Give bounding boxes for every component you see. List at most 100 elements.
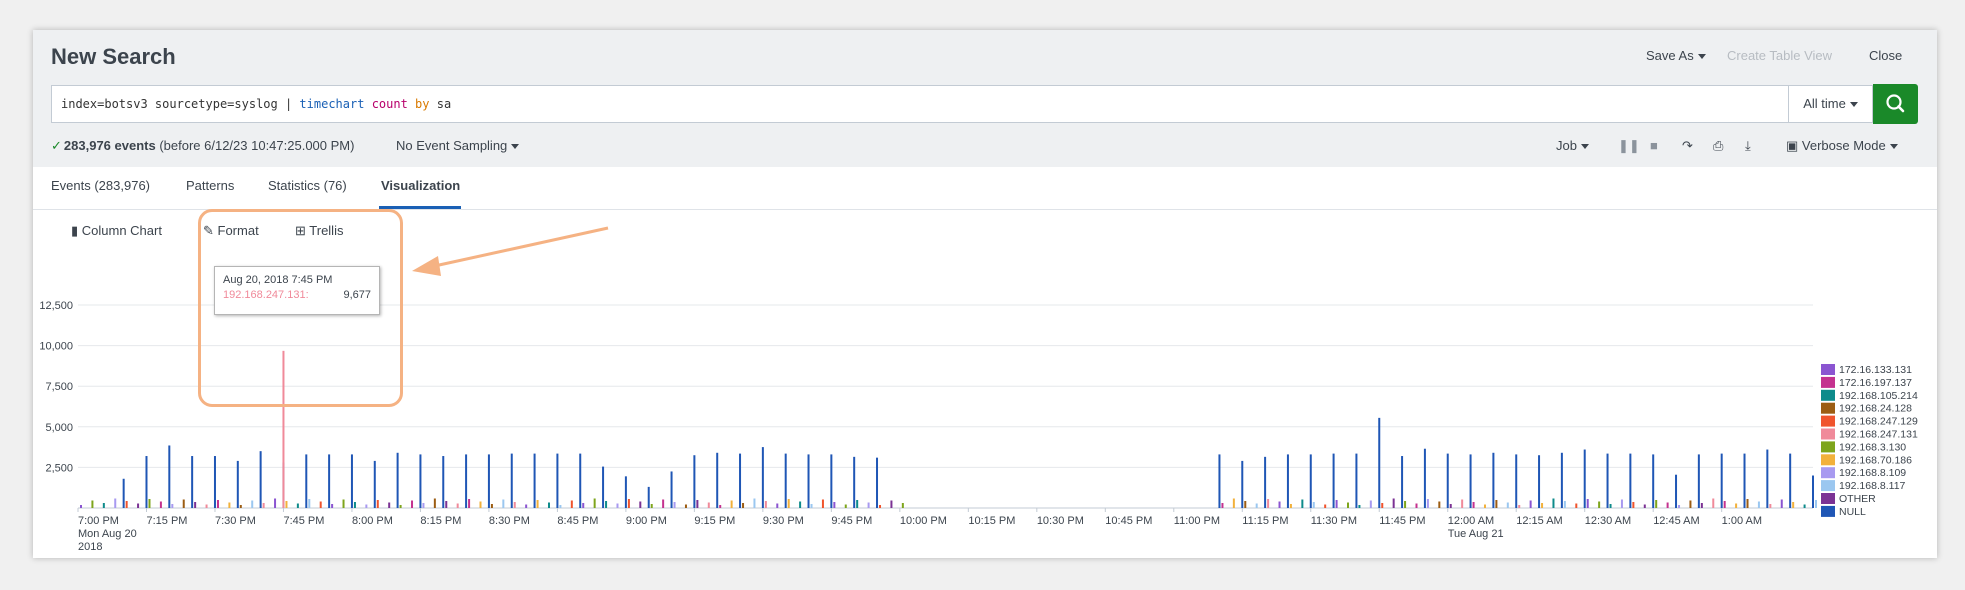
share-icon[interactable]: ↷	[1682, 138, 1693, 154]
job-label: Job	[1556, 138, 1577, 153]
chart-type-button[interactable]: ▮ Column Chart	[71, 223, 162, 239]
save-as-button[interactable]: Save As	[1646, 48, 1706, 63]
bar-null	[807, 454, 810, 508]
bar-minor	[753, 498, 756, 508]
bar-minor	[205, 504, 208, 508]
tab-visualization[interactable]: Visualization	[381, 178, 460, 193]
create-table-view-button[interactable]: Create Table View	[1727, 48, 1832, 63]
bar-minor	[1438, 501, 1441, 508]
time-range-label: All time	[1803, 96, 1846, 111]
bar-null	[1446, 453, 1449, 508]
page-title: New Search	[51, 44, 176, 69]
bar-minor	[125, 501, 128, 508]
results-tabs: Events (283,976) Patterns Statistics (76…	[33, 167, 1937, 210]
bar-minor	[1381, 503, 1384, 508]
x-tick-label: 8:15 PM	[420, 515, 461, 527]
bar-minor	[365, 504, 368, 508]
stop-icon[interactable]: ■	[1650, 138, 1658, 153]
bar-null	[1652, 454, 1655, 508]
bar-null	[396, 452, 399, 508]
bar-null	[236, 460, 239, 508]
bar-minor	[1666, 502, 1669, 508]
bar-minor	[433, 498, 436, 508]
print-icon[interactable]: ⎙	[1713, 138, 1723, 154]
bar-null	[716, 452, 719, 508]
bar-minor	[616, 503, 619, 508]
legend-label: 192.168.247.129	[1839, 416, 1918, 428]
query-token	[408, 97, 415, 111]
search-header: New Search Save As Create Table View Clo…	[33, 30, 1937, 167]
pause-icon[interactable]: ❚❚	[1618, 138, 1640, 154]
bar-minor	[901, 503, 904, 508]
bar-minor	[308, 499, 311, 508]
job-menu[interactable]: Job	[1556, 138, 1589, 153]
tab-events[interactable]: Events (283,976)	[51, 178, 150, 193]
bar-null	[647, 486, 650, 508]
bar-minor	[490, 504, 493, 508]
event-count: 283,976 events	[63, 138, 156, 153]
search-input[interactable]: index=botsv3 sourcetype=syslog | timecha…	[51, 85, 1848, 123]
bar-minor	[833, 502, 836, 508]
bar-minor	[342, 499, 345, 508]
x-tick-label: 8:30 PM	[489, 515, 530, 527]
bar-minor	[399, 505, 402, 508]
bar-minor	[536, 500, 539, 508]
bar-minor	[353, 502, 356, 508]
close-button[interactable]: Close	[1869, 48, 1902, 63]
query-token: timechart	[299, 97, 365, 111]
search-mode-label: Verbose Mode	[1801, 138, 1886, 153]
x-tick-label: 7:00 PM	[78, 515, 119, 527]
bar-minor	[879, 505, 882, 508]
query-token: by	[415, 97, 430, 111]
bar-null	[853, 456, 856, 508]
bar-null	[670, 471, 673, 508]
time-range-picker[interactable]: All time	[1788, 85, 1873, 123]
bar-minor	[274, 498, 277, 508]
event-sampling-dropdown[interactable]: No Event Sampling	[396, 138, 520, 153]
bar-null	[1378, 417, 1381, 508]
bar-minor	[559, 505, 562, 508]
tab-statistics[interactable]: Statistics (76)	[268, 178, 347, 193]
bar-minor	[719, 505, 722, 508]
bar-minor	[1769, 504, 1772, 508]
bar-null	[328, 454, 331, 508]
legend-label: 192.168.70.186	[1839, 454, 1912, 466]
y-tick-label: 2,500	[45, 462, 73, 474]
bar-minor	[1289, 504, 1292, 508]
search-mode-dropdown[interactable]: ▣ Verbose Mode	[1786, 138, 1898, 154]
legend-swatch	[1821, 480, 1835, 492]
bar-null	[213, 456, 216, 508]
bar-null	[876, 457, 879, 508]
legend-swatch	[1821, 364, 1835, 375]
bar-minor	[696, 500, 699, 508]
bar-minor	[1461, 499, 1464, 508]
x-tick-label: 11:30 PM	[1311, 515, 1357, 527]
bar-minor	[1815, 500, 1817, 508]
bar-null	[1286, 454, 1289, 508]
tab-patterns[interactable]: Patterns	[186, 178, 234, 193]
x-tick-label: 8:00 PM	[352, 515, 393, 527]
legend-label: 192.168.3.130	[1839, 441, 1906, 453]
bar-minor	[1506, 502, 1509, 508]
bar-minor	[1529, 500, 1532, 508]
bar-null	[1675, 474, 1678, 508]
x-tick-label: 7:45 PM	[283, 515, 324, 527]
bar-null	[1264, 456, 1267, 508]
bar-minor	[1449, 504, 1452, 508]
bar-minor	[251, 500, 254, 508]
bar-minor	[1792, 502, 1795, 508]
bar-null	[693, 455, 696, 508]
bar-null	[1332, 453, 1335, 508]
bar-minor	[1598, 501, 1601, 508]
bar-minor	[764, 501, 767, 508]
legend-label: 192.168.247.131	[1839, 429, 1918, 441]
bar-minor	[1712, 498, 1715, 508]
x-tick-label: 12:45 AM	[1653, 515, 1699, 527]
search-button[interactable]	[1873, 84, 1918, 124]
bar-minor	[1392, 498, 1395, 508]
export-icon[interactable]: ⤓	[1745, 138, 1751, 154]
x-tick-label: 9:30 PM	[763, 515, 804, 527]
bar-minor	[605, 501, 608, 508]
save-as-label: Save As	[1646, 48, 1694, 63]
x-tick-label: 11:00 PM	[1174, 515, 1220, 527]
